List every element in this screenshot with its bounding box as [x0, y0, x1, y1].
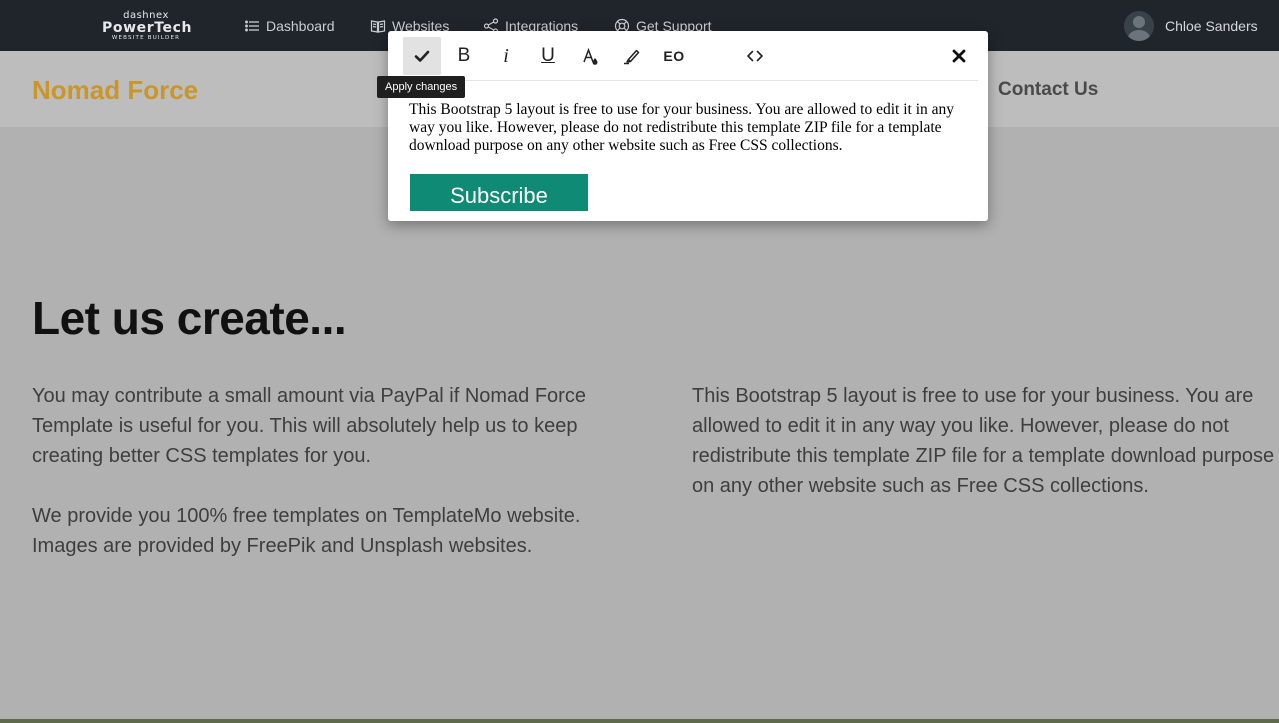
bold-button[interactable]: B: [445, 37, 483, 75]
close-editor-button[interactable]: [940, 37, 978, 75]
app-logo[interactable]: dashnex PowerTech WEBSITE BUILDER: [102, 11, 193, 42]
underline-button[interactable]: U: [529, 37, 567, 75]
apply-changes-button[interactable]: [403, 37, 441, 75]
next-section-image-edge: [0, 719, 1279, 723]
nav-dashboard-label: Dashboard: [266, 18, 335, 34]
avatar: [1124, 11, 1154, 41]
seo-button[interactable]: EO: [655, 37, 693, 75]
user-menu[interactable]: Chloe Sanders: [1124, 11, 1258, 41]
nav-dashboard[interactable]: Dashboard: [244, 15, 335, 37]
section-paragraph-1: You may contribute a small amount via Pa…: [32, 385, 586, 467]
book-icon: [370, 20, 386, 33]
text-color-icon: [583, 47, 598, 65]
italic-button[interactable]: i: [487, 37, 525, 75]
section-paragraph-3: This Bootstrap 5 layout is free to use f…: [692, 385, 1275, 497]
section-heading: Let us create...: [32, 292, 347, 344]
close-icon: [952, 49, 966, 63]
highlighter-icon: [624, 49, 640, 65]
site-brand[interactable]: Nomad Force: [32, 75, 198, 106]
apply-changes-tooltip: Apply changes: [377, 76, 466, 98]
user-name: Chloe Sanders: [1165, 18, 1258, 34]
subscribe-button[interactable]: Subscribe: [410, 174, 588, 211]
text-editor-popup: B i U EO This Bootstrap 5 layout is free…: [388, 31, 988, 221]
editable-text-area[interactable]: This Bootstrap 5 layout is free to use f…: [409, 101, 969, 155]
section-paragraph-2: We provide you 100% free templates on Te…: [32, 505, 581, 557]
editor-toolbar: B i U EO: [398, 31, 978, 81]
list-icon: [245, 20, 259, 32]
site-nav-contact[interactable]: Contact Us: [998, 79, 1098, 101]
check-icon: [414, 50, 430, 62]
code-icon: [747, 50, 763, 62]
logo-line-3: WEBSITE BUILDER: [111, 35, 181, 41]
logo-line-2: PowerTech: [102, 20, 193, 36]
text-color-button[interactable]: [571, 37, 609, 75]
code-view-button[interactable]: [736, 37, 774, 75]
highlight-button[interactable]: [613, 37, 651, 75]
